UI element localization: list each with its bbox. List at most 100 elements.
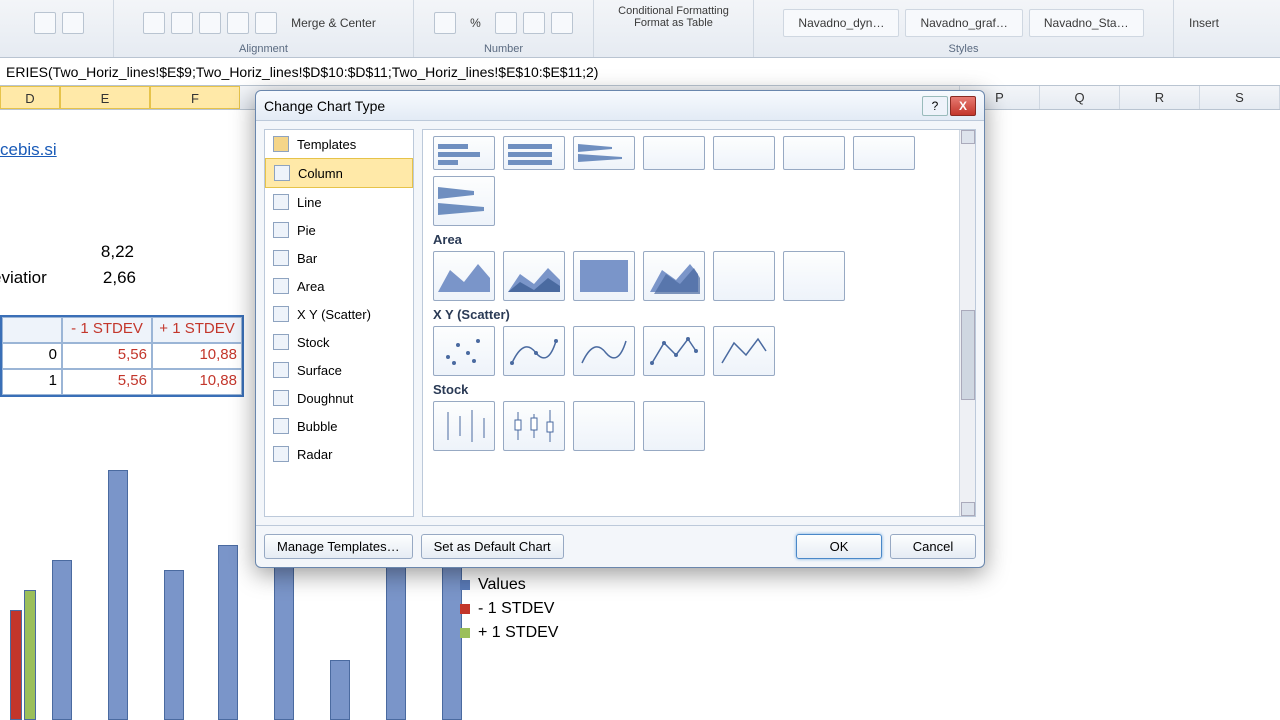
legend-swatch-plus <box>460 628 470 638</box>
category-templates[interactable]: Templates <box>265 130 413 158</box>
align-center-icon[interactable] <box>171 12 193 34</box>
pie-icon <box>273 222 289 238</box>
surface-icon <box>273 362 289 378</box>
insert-button[interactable]: Insert <box>1181 12 1227 34</box>
font-button[interactable] <box>62 12 84 34</box>
area-subtype-5[interactable] <box>713 251 775 301</box>
stock-subtype-4[interactable] <box>643 401 705 451</box>
font-group-label <box>57 43 60 55</box>
stock-subtype-1[interactable] <box>433 401 495 451</box>
table-r1-c1: 5,56 <box>62 343 152 369</box>
bar-subtype-8[interactable] <box>433 176 495 226</box>
dialog-title: Change Chart Type <box>264 98 385 114</box>
merge-center-button[interactable]: Merge & Center <box>283 12 384 34</box>
dialog-titlebar[interactable]: Change Chart Type ? X <box>256 91 984 121</box>
col-D[interactable]: D <box>0 86 60 109</box>
cell-style-3[interactable]: Navadno_Sta… <box>1029 9 1144 37</box>
area-subtype-2[interactable] <box>503 251 565 301</box>
category-scatter[interactable]: X Y (Scatter) <box>265 300 413 328</box>
align-right-icon[interactable] <box>199 12 221 34</box>
indent-inc-icon[interactable] <box>255 12 277 34</box>
bar-subtype-5[interactable] <box>713 136 775 170</box>
scroll-down-icon[interactable] <box>961 502 975 516</box>
col-Q[interactable]: Q <box>1040 86 1120 109</box>
cell-value-2[interactable]: 2,66 <box>62 268 142 288</box>
bar-subtype-1[interactable] <box>433 136 495 170</box>
scroll-up-icon[interactable] <box>961 130 975 144</box>
stock-icon <box>273 334 289 350</box>
bar-subtype-3[interactable] <box>573 136 635 170</box>
ok-button[interactable]: OK <box>796 534 882 559</box>
cancel-button[interactable]: Cancel <box>890 534 976 559</box>
table-r2-c0: 1 <box>2 369 62 395</box>
help-button[interactable]: ? <box>922 96 948 116</box>
currency-icon[interactable] <box>434 12 456 34</box>
conditional-formatting-button[interactable]: Conditional Formatting <box>618 5 729 17</box>
col-S[interactable]: S <box>1200 86 1280 109</box>
bar-subtype-6[interactable] <box>783 136 845 170</box>
category-line[interactable]: Line <box>265 188 413 216</box>
cell-style-2[interactable]: Navadno_graf… <box>905 9 1022 37</box>
chart-category-list: Templates Column Line Pie Bar Area X Y (… <box>264 129 414 517</box>
bar-subtype-7[interactable] <box>853 136 915 170</box>
scatter-subtype-2[interactable] <box>503 326 565 376</box>
scroll-thumb[interactable] <box>961 310 975 400</box>
change-chart-type-dialog: Change Chart Type ? X Templates Column L… <box>255 90 985 568</box>
increase-decimal-icon[interactable] <box>523 12 545 34</box>
category-doughnut[interactable]: Doughnut <box>265 384 413 412</box>
format-as-table-button[interactable]: Format as Table <box>634 17 713 29</box>
hyperlink-cell[interactable]: cebis.si <box>0 140 57 160</box>
category-area[interactable]: Area <box>265 272 413 300</box>
scatter-subtype-5[interactable] <box>713 326 775 376</box>
category-radar[interactable]: Radar <box>265 440 413 468</box>
col-E[interactable]: E <box>60 86 150 109</box>
scatter-subtype-3[interactable] <box>573 326 635 376</box>
selected-range[interactable]: - 1 STDEV + 1 STDEV 0 5,56 10,88 1 5,56 … <box>0 315 244 397</box>
table-r2-c2: 10,88 <box>152 369 242 395</box>
cell-value-1[interactable]: 8,22 <box>60 242 140 262</box>
stock-subtype-2[interactable] <box>503 401 565 451</box>
category-bubble[interactable]: Bubble <box>265 412 413 440</box>
col-R[interactable]: R <box>1120 86 1200 109</box>
area-subtype-6[interactable] <box>783 251 845 301</box>
close-button[interactable]: X <box>950 96 976 116</box>
doughnut-icon <box>273 390 289 406</box>
manage-templates-button[interactable]: Manage Templates… <box>264 534 413 559</box>
comma-icon[interactable] <box>495 12 517 34</box>
table-r1-c2: 10,88 <box>152 343 242 369</box>
chart-subtype-gallery: Area X Y (Scatter) Stock <box>422 129 976 517</box>
scatter-subtype-4[interactable] <box>643 326 705 376</box>
stock-subtype-3[interactable] <box>573 401 635 451</box>
column-icon <box>274 165 290 181</box>
category-column[interactable]: Column <box>265 158 413 188</box>
font-color-icon[interactable] <box>34 12 56 34</box>
category-pie[interactable]: Pie <box>265 216 413 244</box>
cell-deviation-label[interactable]: eviatior <box>0 268 62 288</box>
set-default-chart-button[interactable]: Set as Default Chart <box>421 534 564 559</box>
gallery-scrollbar[interactable] <box>959 130 975 516</box>
category-surface[interactable]: Surface <box>265 356 413 384</box>
area-subtype-4[interactable] <box>643 251 705 301</box>
col-F[interactable]: F <box>150 86 240 109</box>
number-group-label: Number <box>484 43 523 55</box>
scatter-subtype-1[interactable] <box>433 326 495 376</box>
bar-icon <box>273 250 289 266</box>
bar-subtype-4[interactable] <box>643 136 705 170</box>
category-bar[interactable]: Bar <box>265 244 413 272</box>
line-icon <box>273 194 289 210</box>
formula-bar[interactable]: ERIES(Two_Horiz_lines!$E$9;Two_Horiz_lin… <box>0 58 1280 86</box>
percent-button[interactable]: % <box>462 12 489 34</box>
align-left-icon[interactable] <box>143 12 165 34</box>
table-hdr-minus: - 1 STDEV <box>62 317 152 343</box>
table-r2-c1: 5,56 <box>62 369 152 395</box>
area-subtype-3[interactable] <box>573 251 635 301</box>
bar-subtype-2[interactable] <box>503 136 565 170</box>
category-stock[interactable]: Stock <box>265 328 413 356</box>
area-icon <box>273 278 289 294</box>
cell-style-1[interactable]: Navadno_dyn… <box>783 9 899 37</box>
ribbon: Merge & Center Alignment % Number Condit… <box>0 0 1280 58</box>
decrease-decimal-icon[interactable] <box>551 12 573 34</box>
area-subtype-1[interactable] <box>433 251 495 301</box>
indent-dec-icon[interactable] <box>227 12 249 34</box>
legend-minus: - 1 STDEV <box>478 600 554 618</box>
